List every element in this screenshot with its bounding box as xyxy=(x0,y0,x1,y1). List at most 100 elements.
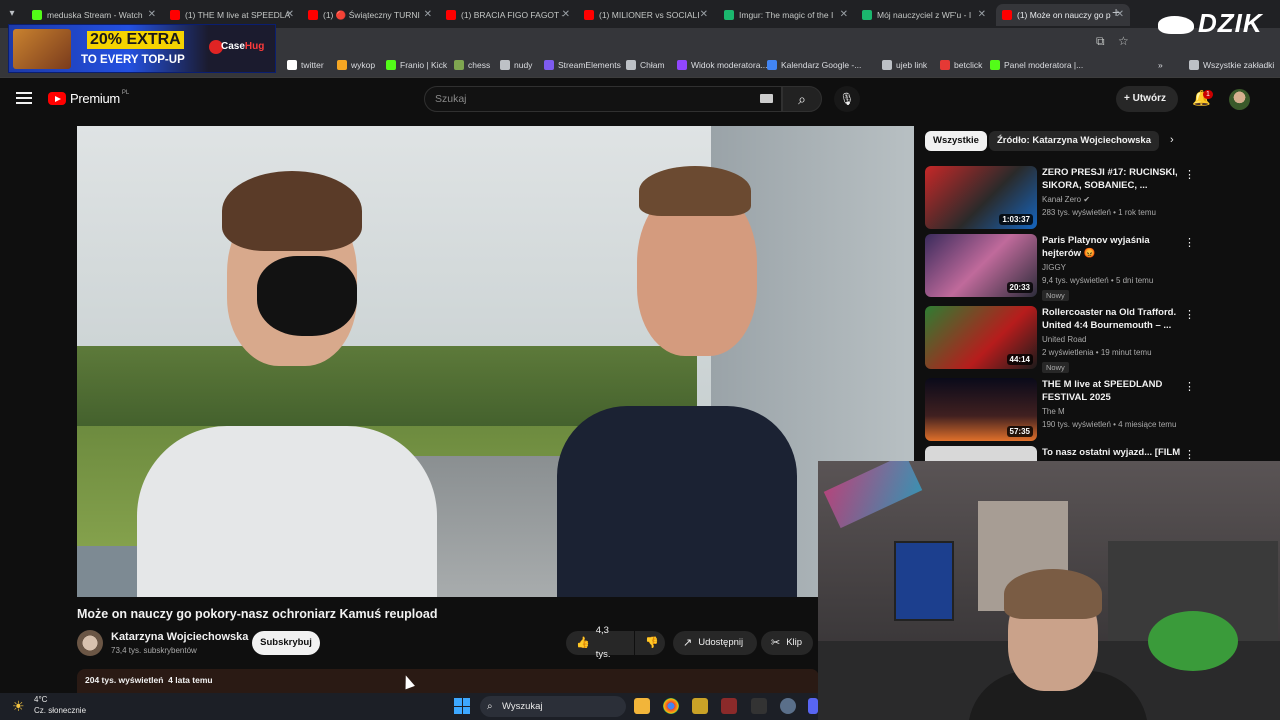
browser-tab[interactable]: Mój nauczyciel z WF'u - I ✕ xyxy=(856,4,992,26)
file-explorer-icon[interactable] xyxy=(634,698,650,714)
browser-tab[interactable]: Imgur: The magic of the I ✕ xyxy=(718,4,854,26)
recommendation-channel: Kanał Zero ✔ xyxy=(1042,195,1091,204)
video-title: Może on nauczy go pokory-nasz ochroniarz… xyxy=(77,607,438,621)
thumbs-up-icon: 👍 xyxy=(576,637,590,649)
more-options-icon[interactable]: ⋮ xyxy=(1184,448,1195,461)
app-icon[interactable] xyxy=(751,698,767,714)
wykop-icon xyxy=(337,60,347,70)
browser-tab-active[interactable]: (1) Może on nauczy go p ✕ xyxy=(996,4,1130,26)
scissors-icon: ✂ xyxy=(771,637,781,649)
recommendation-item[interactable]: 57:35 THE M live at SPEEDLAND FESTIVAL 2… xyxy=(925,378,1195,442)
discord-icon[interactable] xyxy=(808,698,818,714)
recommendation-thumbnail xyxy=(925,446,1037,462)
windows-start-icon[interactable] xyxy=(454,698,470,714)
browser-tab[interactable]: (1) MILIONER vs SOCIALI ✕ xyxy=(578,4,714,26)
voice-search-button[interactable]: 🎙 xyxy=(834,86,860,112)
app-icon[interactable] xyxy=(721,698,737,714)
more-options-icon[interactable]: ⋮ xyxy=(1184,308,1195,321)
close-icon[interactable]: ✕ xyxy=(286,9,294,20)
chip-all[interactable]: Wszystkie xyxy=(925,131,987,151)
chevron-right-icon[interactable]: › xyxy=(1170,134,1174,146)
ad-headline: 20% EXTRA xyxy=(87,31,184,49)
recommendation-meta: 283 tys. wyświetleń • 1 rok temu xyxy=(1042,208,1156,217)
bookmark-item[interactable]: Kalendarz Google -... xyxy=(767,60,861,70)
search-button[interactable]: ⌕ xyxy=(782,86,822,112)
folder-icon xyxy=(1189,60,1199,70)
recommendation-item[interactable]: 1:03:37 ZERO PRESJI #17: RUCINSKI, SIKOR… xyxy=(925,166,1195,230)
recommendation-thumbnail: 44:14 xyxy=(925,306,1037,369)
new-tab-icon[interactable]: + xyxy=(1112,4,1120,20)
chrome-icon[interactable] xyxy=(663,698,679,714)
close-icon[interactable]: ✕ xyxy=(978,9,986,20)
menu-icon[interactable] xyxy=(16,92,32,104)
x-icon xyxy=(287,60,297,70)
folder-icon xyxy=(500,60,510,70)
bookmark-item[interactable]: betclick xyxy=(940,60,982,70)
browser-tab[interactable]: meduska Stream - Watch ✕ xyxy=(26,4,162,26)
bookmark-item[interactable]: twitter xyxy=(287,60,324,70)
clip-button[interactable]: ✂ Klip xyxy=(761,631,813,655)
description-box[interactable]: 204 tys. wyświetleń 4 lata temu xyxy=(77,669,819,693)
video-player[interactable] xyxy=(77,126,914,597)
browser-tab[interactable]: (1) 🔴 Świąteczny TURNI ✕ xyxy=(302,4,438,26)
recommendation-item[interactable]: To nasz ostatni wyjazd... [FILM ⋮ xyxy=(925,446,1195,462)
betclic-icon xyxy=(940,60,950,70)
share-icon: ↗ xyxy=(683,637,693,649)
subscriber-count: 73,4 tys. subskrybentów xyxy=(111,646,197,655)
recommendation-title: ZERO PRESJI #17: RUCINSKI, SIKORA, SOBAN… xyxy=(1042,167,1178,191)
app-icon[interactable] xyxy=(692,698,708,714)
video-person-left xyxy=(137,426,437,597)
user-avatar[interactable] xyxy=(1229,89,1250,110)
close-icon[interactable]: ✕ xyxy=(424,9,432,20)
bookmark-item[interactable]: Widok moderatora... xyxy=(677,60,768,70)
close-icon[interactable]: ✕ xyxy=(840,9,848,20)
like-button[interactable]: 👍 4,3 tys. xyxy=(566,625,634,660)
search-input[interactable]: Szukaj xyxy=(424,86,782,112)
imgur-icon xyxy=(724,10,734,20)
bookmark-star-icon[interactable]: ☆ xyxy=(1118,34,1129,48)
channel-name[interactable]: Katarzyna Wojciechowska xyxy=(111,631,248,643)
video-person-right-hair xyxy=(639,166,751,216)
install-app-icon[interactable]: ⧉ xyxy=(1096,34,1105,49)
dislike-button[interactable]: 👎 xyxy=(635,631,665,655)
tab-search-dropdown-icon[interactable]: ▾ xyxy=(4,6,20,22)
subscribe-button[interactable]: Subskrybuj xyxy=(252,631,320,655)
share-button[interactable]: ↗ Udostępnij xyxy=(673,631,757,655)
bookmark-item[interactable]: Chłam xyxy=(626,60,665,70)
chip-source-channel[interactable]: Źródło: Katarzyna Wojciechowska xyxy=(989,131,1159,151)
bookmark-item[interactable]: Franio | Kick xyxy=(386,60,447,70)
weather-sun-icon[interactable]: ☀ xyxy=(12,698,25,715)
browser-tab[interactable]: (1) THE M live at SPEEDLA ✕ xyxy=(164,4,300,26)
calendar-icon xyxy=(767,60,777,70)
close-icon[interactable]: ✕ xyxy=(148,9,156,20)
weather-temperature[interactable]: 4°C xyxy=(34,695,47,704)
create-button[interactable]: + Utwórz xyxy=(1116,86,1178,112)
casehug-ad-banner[interactable]: 20% EXTRA TO EVERY TOP-UP CaseHug xyxy=(8,24,276,73)
bookmark-item[interactable]: StreamElements xyxy=(544,60,621,70)
bookmark-item[interactable]: chess xyxy=(454,60,490,70)
more-options-icon[interactable]: ⋮ xyxy=(1184,236,1195,249)
youtube-logo[interactable]: Premium PL xyxy=(48,90,129,106)
recommendation-item[interactable]: 20:33 Paris Platynov wyjaśnia hejterów 😡… xyxy=(925,234,1195,301)
taskbar-search-input[interactable]: ⌕ Wyszukaj xyxy=(480,696,626,717)
close-icon[interactable]: ✕ xyxy=(700,9,708,20)
bookmark-item[interactable]: Panel moderatora |... xyxy=(990,60,1083,70)
browser-tab[interactable]: (1) BRACIA FIGO FAGOT - ✕ xyxy=(440,4,576,26)
settings-icon[interactable] xyxy=(780,698,796,714)
more-options-icon[interactable]: ⋮ xyxy=(1184,168,1195,181)
more-options-icon[interactable]: ⋮ xyxy=(1184,380,1195,393)
recommendation-item[interactable]: 44:14 Rollercoaster na Old Trafford. Uni… xyxy=(925,306,1195,373)
bookmark-item[interactable]: nudy xyxy=(500,60,532,70)
channel-avatar[interactable] xyxy=(77,630,103,656)
close-icon[interactable]: ✕ xyxy=(562,9,570,20)
all-bookmarks[interactable]: Wszystkie zakładki xyxy=(1189,60,1274,70)
search-icon: ⌕ xyxy=(798,91,806,107)
bookmark-item[interactable]: ujeb link xyxy=(882,60,927,70)
globe-icon xyxy=(882,60,892,70)
keyboard-icon[interactable] xyxy=(760,94,773,103)
kick-icon xyxy=(990,60,1000,70)
weather-description[interactable]: Cz. słonecznie xyxy=(34,706,86,715)
bookmark-item[interactable]: wykop xyxy=(337,60,375,70)
bookmarks-overflow-icon[interactable]: » xyxy=(1158,60,1163,70)
dzik-logo: DZIK xyxy=(1152,6,1280,46)
